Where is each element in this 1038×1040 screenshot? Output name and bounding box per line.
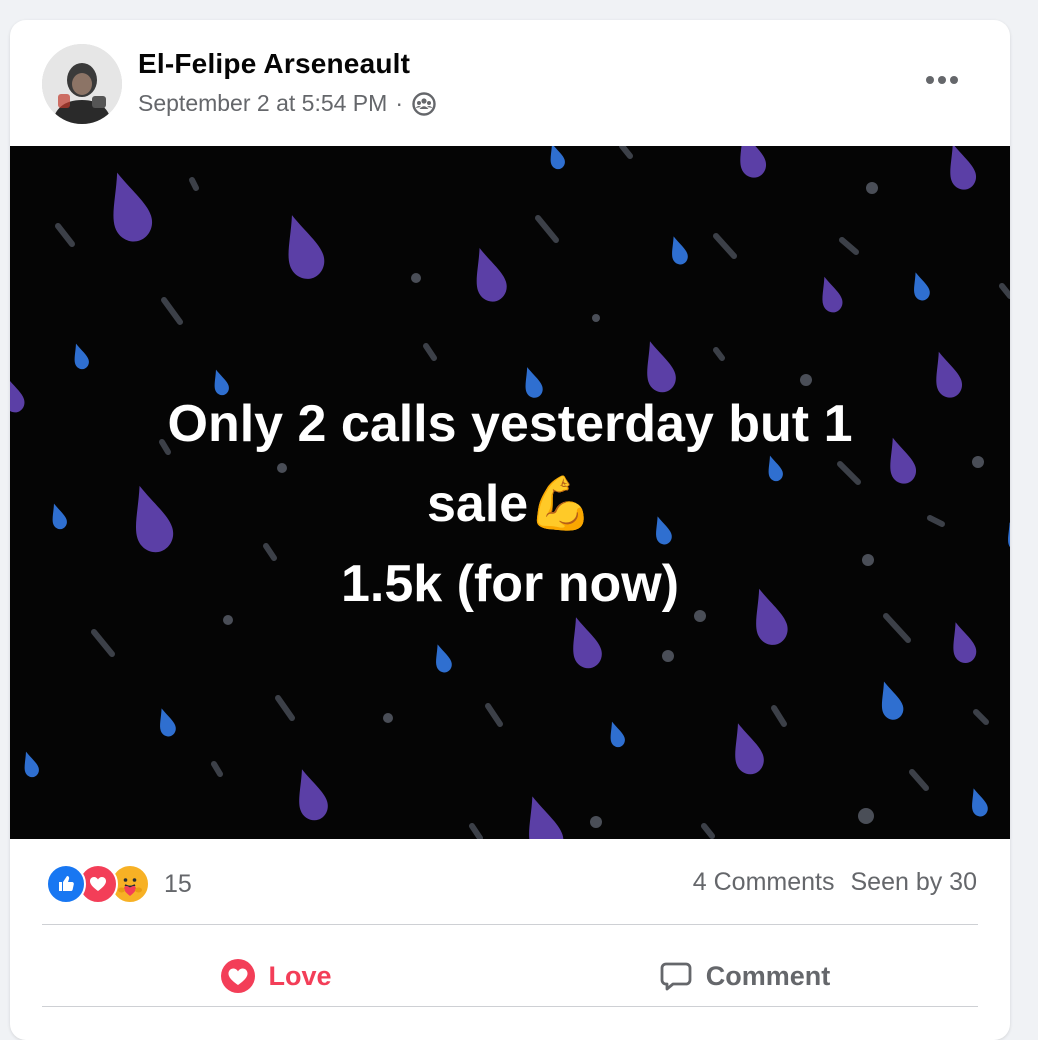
author-avatar[interactable] <box>42 44 122 124</box>
divider <box>42 924 978 925</box>
comment-label: Comment <box>705 960 831 991</box>
more-options-icon[interactable] <box>914 62 970 98</box>
love-button[interactable]: Love <box>42 944 510 1008</box>
author-name[interactable]: El-Felipe Arseneault <box>138 48 410 80</box>
post-text-line: 1.5k (for now) <box>340 555 680 613</box>
post-stats: 4 Comments Seen by 30 <box>693 868 977 897</box>
post-text: Only 2 calls yesterday but 1 sale💪 1.5k … <box>10 384 1010 624</box>
post-text-line: Only 2 calls yesterday but 1 <box>167 395 853 453</box>
seen-by-count[interactable]: Seen by 30 <box>851 868 978 897</box>
like-reaction-icon <box>46 864 86 904</box>
reaction-count: 15 <box>164 869 192 898</box>
post-text-line: sale💪 <box>427 475 593 533</box>
post-background-image[interactable]: Only 2 calls yesterday but 1 sale💪 1.5k … <box>10 146 1010 839</box>
comments-count[interactable]: 4 Comments <box>693 868 835 897</box>
comment-icon <box>660 962 692 991</box>
meta-separator: · <box>395 90 403 116</box>
post-meta: September 2 at 5:54 PM · <box>138 90 437 117</box>
group-audience-icon[interactable] <box>411 91 437 117</box>
comment-button[interactable]: Comment <box>510 944 978 1008</box>
love-label: Love <box>268 960 332 991</box>
post-card: El-Felipe Arseneault September 2 at 5:54… <box>10 20 1010 1040</box>
reaction-summary[interactable]: 15 <box>46 862 192 906</box>
post-timestamp[interactable]: September 2 at 5:54 PM <box>138 90 387 117</box>
divider <box>42 1006 978 1007</box>
love-icon <box>221 959 256 993</box>
